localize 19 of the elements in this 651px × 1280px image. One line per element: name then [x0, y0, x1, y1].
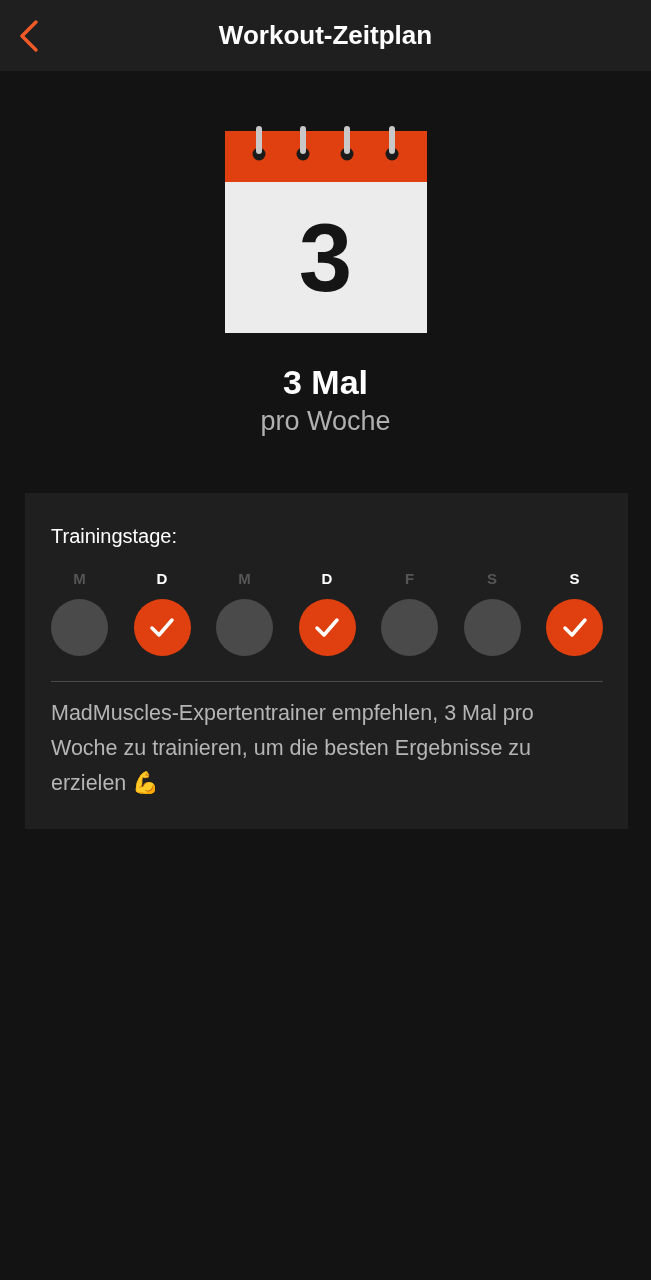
checkmark-icon [561, 616, 588, 639]
frequency-unit: pro Woche [259, 406, 392, 437]
section-label: Trainingstage: [51, 525, 178, 548]
day-label: D [321, 570, 333, 587]
day-toggle[interactable] [216, 599, 273, 656]
day-toggle[interactable] [381, 599, 438, 656]
day-label: S [569, 570, 580, 587]
recommendation-text: MadMuscles-Expertentrainer empfehlen, 3 Mal pro Woche zu trainieren, um die besten Ergebnisse zu erzielen 💪 [51, 700, 535, 797]
day-toggle[interactable] [463, 599, 521, 656]
screen-title: Workout-Zeitplan [218, 20, 433, 51]
checkmark-icon [314, 616, 340, 639]
day-toggle[interactable] [51, 599, 108, 656]
day-toggle[interactable] [546, 599, 603, 656]
day-toggle[interactable] [298, 599, 356, 656]
day-label: D [156, 570, 168, 587]
frequency-count: 3 Mal [281, 363, 369, 402]
day-toggle[interactable] [133, 599, 191, 656]
calendar-number: 3 [298, 209, 353, 306]
checkmark-icon [149, 616, 175, 639]
